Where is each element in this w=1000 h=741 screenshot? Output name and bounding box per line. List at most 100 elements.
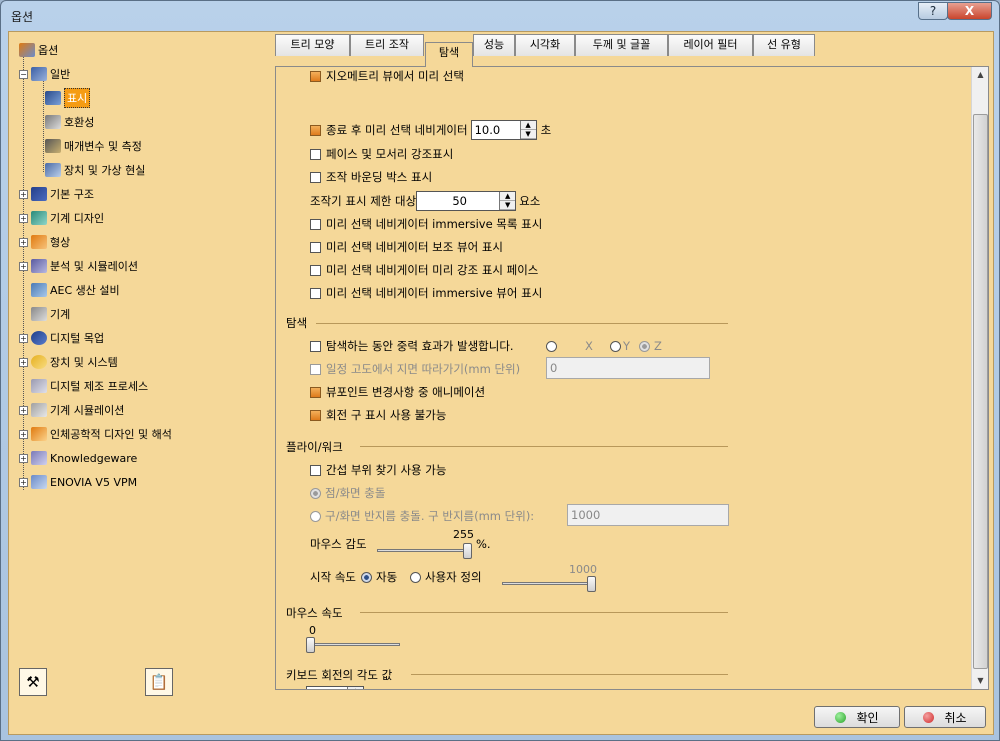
axis-y-radio[interactable]: Y	[610, 337, 630, 355]
expand-icon[interactable]: +	[19, 477, 28, 487]
tab-navigation[interactable]: 탐색	[425, 42, 473, 67]
tree-item-digital-mockup[interactable]: + 디지털 목업	[19, 328, 104, 348]
ground-follow-option[interactable]: 일정 고도에서 지면 따라가기(mm 단위)	[310, 360, 520, 378]
user-speed-radio[interactable]: 사용자 정의	[410, 568, 482, 586]
spin-up-icon[interactable]: ▲	[500, 192, 516, 201]
close-button[interactable]: X	[947, 2, 992, 20]
spin-down-icon[interactable]: ▼	[520, 130, 536, 139]
tab-thickness-font[interactable]: 두께 및 글꼴	[575, 34, 668, 56]
scroll-up-icon[interactable]: ▲	[973, 67, 988, 83]
checkbox[interactable]	[310, 386, 321, 398]
tree-item-ergonomics[interactable]: + 인체공학적 디자인 및 해석	[19, 424, 172, 444]
tree-item-analysis[interactable]: + 분석 및 시뮬레이션	[19, 256, 138, 276]
collapse-icon[interactable]: −	[19, 69, 28, 79]
scroll-down-icon[interactable]: ▼	[973, 673, 988, 689]
tree-item-display[interactable]: 표시	[45, 88, 91, 108]
point-surface-radio[interactable]: 점/화면 충돌	[310, 484, 385, 502]
help-button[interactable]: ?	[918, 2, 948, 20]
checkbox[interactable]	[310, 264, 321, 276]
interference-option[interactable]: 간섭 부위 찾기 사용 가능	[310, 461, 446, 479]
checkbox[interactable]	[310, 409, 321, 421]
auto-speed-radio[interactable]: 자동	[361, 568, 397, 586]
spin-down-icon[interactable]: ▼	[500, 201, 516, 210]
checkbox[interactable]	[310, 340, 321, 352]
keyboard-angle-spinner[interactable]: 1 ▲▼	[306, 686, 364, 689]
mouse-sensitivity-slider[interactable]	[377, 543, 472, 559]
tree-item-knowledgeware[interactable]: + Knowledgeware	[19, 448, 137, 468]
vertical-scrollbar[interactable]: ▲ ▼	[971, 67, 988, 689]
checkbox[interactable]	[310, 70, 321, 82]
shape-icon	[31, 235, 47, 249]
spin-up-icon[interactable]: ▲	[520, 121, 536, 130]
tree-root[interactable]: 옵션	[19, 40, 58, 60]
tree-item-machine-sim[interactable]: + 기계 시뮬레이션	[19, 400, 124, 420]
sphere-radius-field[interactable]: 1000	[567, 504, 729, 526]
user-speed-slider[interactable]	[502, 576, 596, 592]
tree-item-infrastructure[interactable]: + 기본 구조	[19, 184, 94, 204]
geo-preselect-option[interactable]: 지오메트리 뷰에서 미리 선택	[310, 67, 464, 85]
nav-immersive-list-option[interactable]: 미리 선택 네비게이터 immersive 목록 표시	[310, 215, 542, 233]
tree-item-enovia[interactable]: + ENOVIA V5 VPM	[19, 472, 137, 492]
checkbox[interactable]	[310, 218, 321, 230]
slider-thumb[interactable]	[306, 637, 315, 653]
slider-thumb[interactable]	[587, 576, 596, 592]
face-edge-option[interactable]: 페이스 및 모서리 강조표시	[310, 145, 453, 163]
sphere-surface-radio[interactable]: 구/화면 반지름 충돌. 구 반지름(mm 단위):	[310, 507, 534, 525]
tree-item-parameters[interactable]: 매개변수 및 측정	[45, 136, 142, 156]
checkbox[interactable]	[310, 171, 321, 183]
nav-highlight-face-option[interactable]: 미리 선택 네비게이터 미리 강조 표시 페이스	[310, 261, 538, 279]
viewpoint-anim-option[interactable]: 뷰포인트 변경사항 중 애니메이션	[310, 383, 485, 401]
expand-icon[interactable]: +	[19, 213, 28, 223]
expand-icon[interactable]: +	[19, 333, 28, 343]
tab-tree-manipulation[interactable]: 트리 조작	[350, 34, 424, 56]
list-options-button[interactable]: 📋	[145, 668, 173, 696]
start-speed-label: 시작 속도	[310, 570, 356, 584]
checkbox[interactable]	[310, 148, 321, 160]
tree-item-devices-vr[interactable]: 장치 및 가상 현실	[45, 160, 145, 180]
gravity-option[interactable]: 탐색하는 동안 중력 효과가 발생합니다.	[310, 337, 514, 355]
checkbox[interactable]	[310, 124, 321, 136]
scroll-thumb[interactable]	[973, 114, 988, 669]
tree-item-compatibility[interactable]: 호환성	[45, 112, 94, 132]
tree-item-shape[interactable]: + 형상	[19, 232, 70, 252]
mouse-speed-slider[interactable]	[306, 637, 400, 653]
tab-layer-filter[interactable]: 레이어 필터	[668, 34, 753, 56]
expand-icon[interactable]: +	[19, 189, 28, 199]
checkbox[interactable]	[310, 287, 321, 299]
checkbox[interactable]	[310, 464, 321, 476]
slider-thumb[interactable]	[463, 543, 472, 559]
nav-immersive-viewer-option[interactable]: 미리 선택 네비게이터 immersive 뷰어 표시	[310, 284, 542, 302]
manip-limit-spinner[interactable]: 50 ▲ ▼	[416, 191, 517, 211]
tab-line-type[interactable]: 선 유형	[753, 34, 815, 56]
tab-tree-appearance[interactable]: 트리 모양	[275, 34, 350, 56]
tree-item-general[interactable]: − 일반	[19, 64, 70, 84]
axis-z-radio[interactable]: Z	[639, 337, 662, 355]
expand-icon[interactable]: +	[19, 429, 28, 439]
disable-sphere-option[interactable]: 회전 구 표시 사용 불가능	[310, 406, 446, 424]
checkbox[interactable]	[310, 363, 321, 375]
ground-height-field[interactable]: 0	[546, 357, 710, 379]
ok-button[interactable]: 확인	[814, 706, 900, 728]
manip-bbox-option[interactable]: 조작 바운딩 박스 표시	[310, 168, 432, 186]
navigator-seconds-spinner[interactable]: 10.0 ▲ ▼	[470, 120, 537, 140]
tree-item-mechanical-design[interactable]: + 기계 디자인	[19, 208, 104, 228]
reset-options-button[interactable]: ⚒	[19, 668, 47, 696]
fly-section-title: 플라이/워크	[286, 440, 343, 454]
navigator-option[interactable]: 종료 후 미리 선택 네비게이터 10.0 ▲ ▼ 초	[310, 119, 551, 141]
tree-item-aec[interactable]: AEC 생산 설비	[19, 280, 120, 300]
expand-icon[interactable]: +	[19, 261, 28, 271]
tree-item-machining[interactable]: 기계	[19, 304, 70, 324]
expand-icon[interactable]: +	[19, 237, 28, 247]
tree-item-manufacturing[interactable]: 디지털 제조 프로세스	[19, 376, 148, 396]
expand-icon[interactable]: +	[19, 453, 28, 463]
checkbox[interactable]	[310, 241, 321, 253]
expand-icon[interactable]: +	[19, 405, 28, 415]
axis-x-radio[interactable]: X	[546, 337, 593, 355]
cancel-button[interactable]: 취소	[904, 706, 986, 728]
tree-item-equipment[interactable]: + 장치 및 시스템	[19, 352, 118, 372]
expand-icon[interactable]: +	[19, 357, 28, 367]
tab-visualization[interactable]: 시각화	[515, 34, 575, 56]
tab-performance[interactable]: 성능	[473, 34, 515, 56]
spin-up-icon[interactable]: ▲	[348, 687, 363, 689]
nav-aux-viewer-option[interactable]: 미리 선택 네비게이터 보조 뷰어 표시	[310, 238, 503, 256]
